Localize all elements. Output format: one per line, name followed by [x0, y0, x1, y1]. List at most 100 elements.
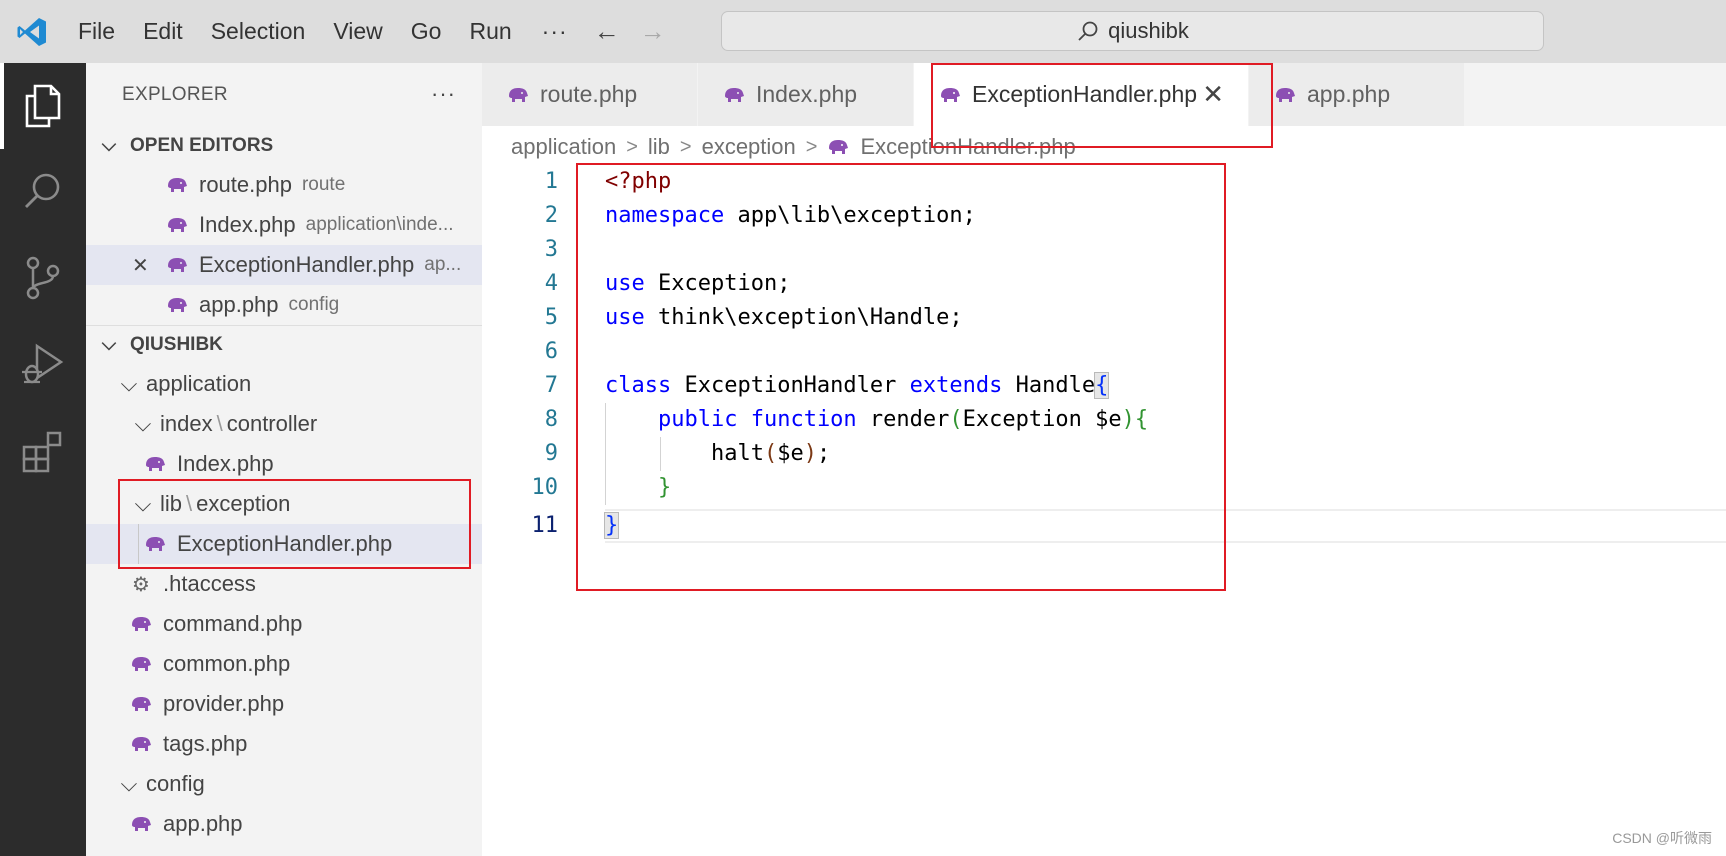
- open-editor-name: Index.php: [199, 212, 296, 237]
- php-file-icon: [168, 298, 187, 312]
- line-number: 3: [544, 237, 558, 262]
- chevron-down-icon: ⌵: [101, 135, 117, 156]
- folder-name: index: [160, 411, 213, 436]
- search-text: qiushibk: [1108, 18, 1189, 43]
- php-file-icon: [132, 617, 151, 631]
- open-editor-app[interactable]: app.php config: [86, 285, 482, 325]
- menu-view[interactable]: View: [319, 0, 396, 63]
- line-number: 1: [544, 169, 558, 194]
- line-number: 11: [531, 513, 559, 538]
- file-tags[interactable]: tags.php: [86, 724, 482, 764]
- folder-application[interactable]: ⌵ application: [86, 364, 482, 404]
- file-common[interactable]: common.php: [86, 644, 482, 684]
- php-file-icon: [168, 258, 187, 272]
- back-arrow-icon[interactable]: ←: [584, 16, 630, 47]
- breadcrumb-item[interactable]: lib: [648, 134, 670, 160]
- open-editor-desc: ap...: [424, 254, 462, 275]
- chevron-down-icon: ⌵: [134, 411, 152, 436]
- folder-config[interactable]: ⌵ config: [86, 764, 482, 804]
- php-file-icon: [168, 178, 187, 192]
- line-number: 5: [544, 305, 558, 330]
- chevron-right-icon: >: [679, 135, 692, 158]
- php-file-icon: [829, 140, 849, 154]
- php-file-icon: [725, 87, 744, 102]
- vscode-logo-icon: [0, 0, 64, 63]
- tab-route[interactable]: route.php: [482, 63, 698, 126]
- explorer-sidebar: EXPLORER ··· ⌵ OPEN EDITORS route.php ro…: [86, 63, 482, 856]
- explorer-icon[interactable]: [0, 63, 86, 149]
- file-provider[interactable]: provider.php: [86, 684, 482, 724]
- line-number: 8: [544, 407, 558, 432]
- file-name: provider.php: [163, 691, 285, 716]
- highlight-box-tab: [931, 63, 1273, 148]
- php-file-icon: [1276, 87, 1295, 102]
- menu-edit[interactable]: Edit: [129, 0, 197, 63]
- search-icon: [1078, 21, 1098, 41]
- search-view-icon[interactable]: [0, 149, 86, 235]
- chevron-down-icon: ⌵: [120, 771, 138, 796]
- line-number: 2: [544, 203, 558, 228]
- php-file-icon: [132, 817, 151, 831]
- file-name: .htaccess: [163, 571, 256, 596]
- file-command[interactable]: command.php: [86, 604, 482, 644]
- file-partial[interactable]: [86, 844, 482, 856]
- breadcrumb-item[interactable]: exception: [702, 134, 796, 160]
- path-separator: \: [216, 411, 223, 436]
- chevron-right-icon: >: [805, 135, 818, 158]
- project-label: QIUSHIBK: [130, 334, 223, 355]
- menu-go[interactable]: Go: [397, 0, 456, 63]
- forward-arrow-icon[interactable]: →: [630, 16, 676, 47]
- project-header[interactable]: ⌵ QIUSHIBK: [86, 326, 482, 364]
- open-editors-label: OPEN EDITORS: [130, 135, 274, 156]
- open-editor-index[interactable]: Index.php application\inde...: [86, 205, 482, 245]
- activity-bar: [0, 63, 86, 856]
- open-editors-header[interactable]: ⌵ OPEN EDITORS: [86, 127, 482, 165]
- tab-index[interactable]: Index.php: [698, 63, 914, 126]
- folder-name: application: [146, 371, 252, 396]
- source-control-icon[interactable]: [0, 235, 86, 321]
- explorer-more-button[interactable]: ···: [431, 81, 456, 107]
- line-number: 6: [544, 339, 558, 364]
- open-editor-exceptionhandler[interactable]: ✕ ExceptionHandler.php ap...: [86, 245, 482, 285]
- line-number: 10: [531, 475, 559, 500]
- folder-index-controller[interactable]: ⌵ index \ controller: [86, 404, 482, 444]
- open-editor-name: ExceptionHandler.php: [199, 252, 415, 277]
- highlight-box-tree: [118, 479, 471, 569]
- menu-selection[interactable]: Selection: [197, 0, 320, 63]
- tab-label: route.php: [540, 81, 638, 107]
- tab-app[interactable]: app.php: [1249, 63, 1465, 126]
- php-file-icon: [168, 218, 187, 232]
- chevron-down-icon: ⌵: [120, 371, 138, 396]
- php-file-icon: [132, 697, 151, 711]
- tab-label: app.php: [1307, 81, 1391, 107]
- file-htaccess[interactable]: ⚙ .htaccess: [86, 564, 482, 604]
- open-editor-name: route.php: [199, 172, 292, 197]
- folder-name: config: [146, 771, 205, 796]
- open-editor-desc: config: [288, 294, 340, 315]
- menu-file[interactable]: File: [64, 0, 129, 63]
- explorer-title: EXPLORER: [122, 84, 228, 105]
- breadcrumb-item[interactable]: application: [511, 134, 616, 160]
- file-name: command.php: [163, 611, 303, 636]
- command-center-search[interactable]: qiushibk: [721, 11, 1544, 51]
- open-editor-desc: route: [301, 174, 346, 195]
- line-number: 4: [544, 271, 558, 296]
- menu-more-button[interactable]: ···: [526, 18, 584, 45]
- menu-run[interactable]: Run: [455, 0, 525, 63]
- file-index[interactable]: Index.php: [86, 444, 482, 484]
- open-editor-route[interactable]: route.php route: [86, 165, 482, 205]
- open-editor-name: app.php: [199, 292, 279, 317]
- file-name: app.php: [163, 811, 243, 836]
- open-editor-desc: application\inde...: [305, 214, 454, 235]
- php-file-icon: [146, 457, 165, 471]
- folder-name: controller: [226, 411, 318, 436]
- extensions-icon[interactable]: [0, 407, 86, 493]
- file-config-app[interactable]: app.php: [86, 804, 482, 844]
- watermark: CSDN @听微雨: [1612, 830, 1712, 846]
- run-debug-icon[interactable]: [0, 321, 86, 407]
- php-file-icon: [132, 657, 151, 671]
- highlight-box-code: [576, 163, 1226, 591]
- close-icon[interactable]: ✕: [132, 253, 149, 278]
- line-number: 7: [544, 373, 558, 398]
- php-file-icon: [132, 737, 151, 751]
